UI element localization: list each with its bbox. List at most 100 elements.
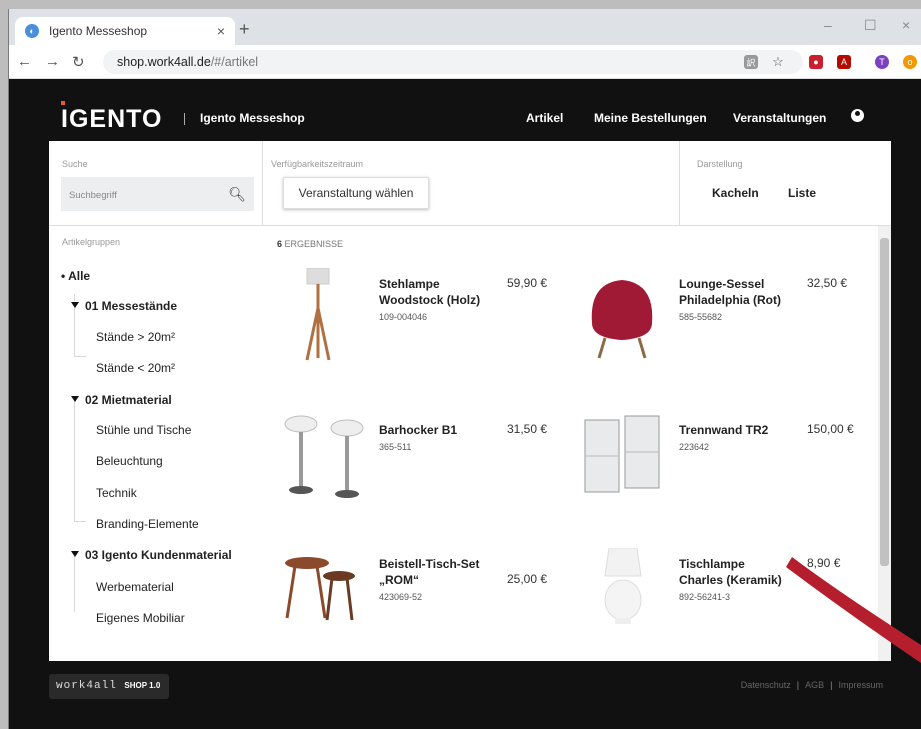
tab-bar: ◐ Igento Messeshop × + – ☐ × [9, 9, 921, 45]
product-name[interactable]: Lounge-Sessel Philadelphia (Rot) [679, 276, 791, 308]
product-price: 150,00 € [807, 422, 854, 436]
tree-line [74, 356, 86, 357]
logo-accent-dot [61, 101, 65, 105]
sidebar-title: Artikelgruppen [62, 237, 121, 247]
product-card[interactable]: Stehlampe Woodstock (Holz) 109-004046 59… [277, 268, 577, 378]
product-name[interactable]: Trennwand TR2 [679, 422, 791, 438]
category-item[interactable]: Technik [96, 486, 137, 500]
result-count: 6 ERGEBNISSE [277, 239, 343, 249]
tree-line [74, 554, 75, 612]
result-count-label: ERGEBNISSE [284, 239, 344, 249]
separator: | [830, 680, 833, 690]
product-sku: 365-511 [379, 442, 412, 452]
expand-triangle-icon [71, 551, 79, 557]
link-agb[interactable]: AGB [805, 680, 824, 690]
content-panel: Suche Suchbegriff 🔍︎ Verfügbarkeitszeitra… [49, 141, 891, 661]
product-card[interactable]: Lounge-Sessel Philadelphia (Rot) 585-556… [577, 268, 877, 378]
scrollbar-thumb[interactable] [880, 238, 889, 566]
product-sku: 585-55682 [679, 312, 723, 322]
extension-icon[interactable]: o [903, 55, 917, 69]
browser-tab[interactable]: ◐ Igento Messeshop × [15, 17, 235, 45]
reload-icon[interactable]: ↻ [72, 53, 85, 71]
search-icon[interactable]: 🔍︎ [228, 186, 246, 203]
product-name[interactable]: Barhocker B1 [379, 422, 491, 438]
category-item[interactable]: Stände < 20m² [96, 361, 175, 375]
product-sku: 223642 [679, 442, 710, 452]
red-swoosh-decoration [786, 557, 921, 663]
view-tiles-option[interactable]: Kacheln [712, 186, 759, 200]
igento-logo[interactable]: IGENTO [61, 101, 163, 134]
badge-version: SHOP 1.0 [124, 681, 161, 690]
url-host: shop.work4all.de [117, 55, 211, 69]
product-card[interactable]: Trennwand TR2 223642 150,00 € [577, 414, 877, 524]
tab-close-icon[interactable]: × [217, 23, 225, 39]
category-item[interactable]: Stände > 20m² [96, 330, 175, 344]
category-item[interactable]: Branding-Elemente [96, 517, 199, 531]
browser-toolbar: ← → ↻ shop.work4all.de/#/artikel 訳 ☆ ● A… [9, 45, 921, 79]
bookmark-star-icon[interactable]: ☆ [771, 54, 785, 69]
maximize-icon[interactable]: ☐ [864, 17, 877, 34]
product-name[interactable]: Stehlampe Woodstock (Holz) [379, 276, 491, 308]
product-card[interactable]: Beistell-Tisch-Set „ROM“ 423069-52 25,00… [277, 548, 577, 658]
legal-links: Datenschutz | AGB | Impressum [741, 680, 883, 690]
nav-veranstaltungen[interactable]: Veranstaltungen [733, 111, 826, 125]
divider [262, 141, 263, 226]
category-item[interactable]: Werbematerial [96, 580, 174, 594]
minimize-icon[interactable]: – [824, 17, 832, 33]
category-label: 02 Mietmaterial [85, 393, 172, 407]
select-event-button[interactable]: Veranstaltung wählen [283, 177, 429, 209]
search-label: Suche [62, 159, 88, 169]
address-bar[interactable]: shop.work4all.de/#/artikel [103, 50, 803, 74]
category-group-messestaende[interactable]: 01 Messestände [71, 299, 177, 313]
logo-text: IGENTO [61, 105, 163, 133]
view-list-option[interactable]: Liste [788, 186, 816, 200]
forward-icon[interactable]: → [45, 53, 60, 70]
nav-meine-bestellungen[interactable]: Meine Bestellungen [594, 111, 707, 125]
product-price: 25,00 € [507, 572, 548, 586]
category-item[interactable]: Stühle und Tische [96, 423, 191, 437]
window-close-icon[interactable]: × [902, 17, 910, 33]
pdf-extension-icon[interactable]: A [837, 55, 851, 69]
category-group-mietmaterial[interactable]: 02 Mietmaterial [71, 393, 172, 407]
side-table-set-image [285, 557, 355, 621]
filter-bar: Suche Suchbegriff 🔍︎ Verfügbarkeitszeitra… [49, 141, 891, 226]
work4all-shop-badge[interactable]: work4all SHOP 1.0 [49, 674, 169, 699]
tab-title: Igento Messeshop [49, 24, 148, 38]
partition-wall-image [584, 415, 660, 493]
translate-icon[interactable]: 訳 [744, 55, 758, 69]
category-sidebar: Artikelgruppen • Alle 01 Messestände Stä… [49, 226, 269, 661]
profile-icon[interactable]: T [875, 55, 889, 69]
table-lamp-image [604, 548, 642, 624]
nav-artikel[interactable]: Artikel [526, 111, 563, 125]
category-all[interactable]: • Alle [61, 269, 90, 283]
view-label: Darstellung [697, 159, 743, 169]
product-name[interactable]: Beistell-Tisch-Set „ROM“ [379, 556, 491, 588]
badge-text: work4all [56, 680, 117, 692]
user-icon[interactable] [851, 109, 864, 122]
category-item[interactable]: Eigenes Mobiliar [96, 611, 185, 625]
category-item[interactable]: Beleuchtung [96, 454, 163, 468]
tree-line [74, 398, 75, 521]
ublock-extension-icon[interactable]: ● [809, 55, 823, 69]
category-group-kundenmaterial[interactable]: 03 Igento Kundenmaterial [71, 548, 232, 562]
back-icon[interactable]: ← [17, 53, 32, 70]
search-input[interactable]: Suchbegriff 🔍︎ [61, 177, 254, 211]
bar-stool-image [284, 415, 364, 498]
expand-triangle-icon [71, 396, 79, 402]
divider [679, 141, 680, 226]
link-datenschutz[interactable]: Datenschutz [741, 680, 791, 690]
floor-lamp-image [305, 268, 331, 361]
result-count-number: 6 [277, 239, 283, 249]
category-all-label: Alle [68, 269, 91, 283]
product-sku: 892-56241-3 [679, 592, 731, 602]
category-label: 03 Igento Kundenmaterial [85, 548, 232, 562]
product-name[interactable]: Tischlampe Charles (Keramik) [679, 556, 791, 588]
new-tab-button[interactable]: + [239, 19, 250, 40]
link-impressum[interactable]: Impressum [838, 680, 883, 690]
product-card[interactable]: Barhocker B1 365-511 31,50 € [277, 414, 577, 524]
product-sku: 109-004046 [379, 312, 428, 322]
product-price: 31,50 € [507, 422, 548, 436]
shop-name: Igento Messeshop [200, 111, 305, 125]
tree-line [74, 521, 86, 522]
category-label: 01 Messestände [85, 299, 178, 313]
